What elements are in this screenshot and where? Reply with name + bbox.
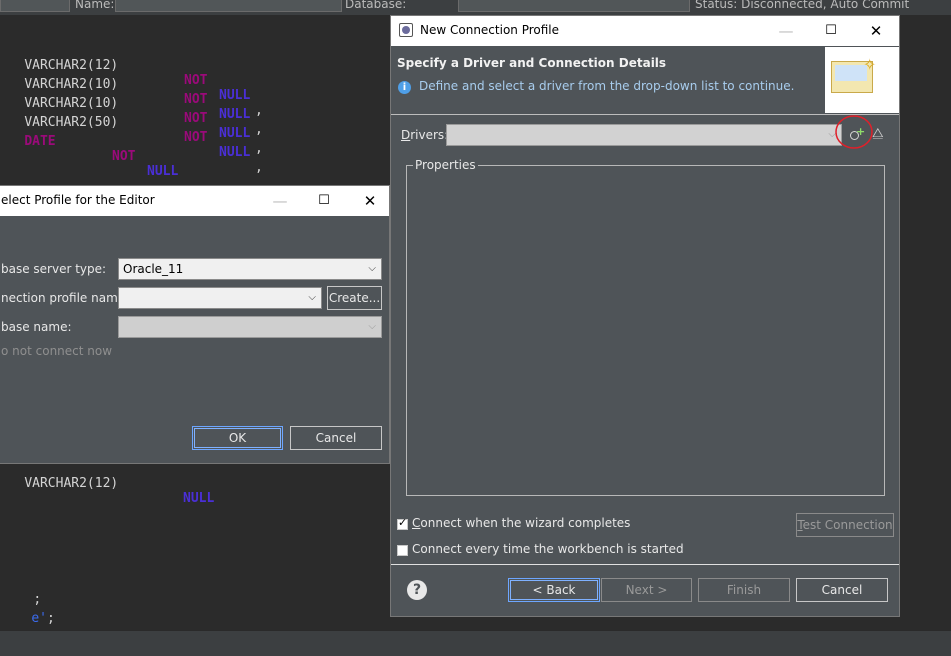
wizard-banner-image: ✧: [825, 47, 899, 113]
cancel-button[interactable]: Cancel: [796, 578, 888, 602]
chevron-down-icon: ⌵: [368, 263, 376, 274]
connection-profile-name-combo[interactable]: ⌵: [118, 287, 322, 309]
new-connection-profile-dialog: New Connection Profile — ☐ ✕ Specify a D…: [390, 15, 900, 617]
ncp-titlebar: New Connection Profile — ☐ ✕: [391, 16, 899, 46]
select-profile-dialog: elect Profile for the Editor — ☐ ✕ base …: [0, 185, 390, 464]
cancel-button[interactable]: Cancel: [290, 426, 382, 450]
database-name-combo[interactable]: ⌵: [118, 316, 382, 338]
select-profile-title: elect Profile for the Editor: [1, 193, 155, 207]
status-bar: [0, 630, 951, 656]
maximize-icon[interactable]: ☐: [304, 186, 344, 216]
app-icon: [399, 23, 413, 37]
close-icon[interactable]: ✕: [350, 186, 389, 216]
properties-group: [406, 165, 885, 496]
next-button[interactable]: Next >: [601, 578, 692, 602]
do-not-connect-checkbox-label[interactable]: o not connect now: [1, 344, 112, 358]
back-button[interactable]: < Back: [508, 578, 600, 602]
ok-button[interactable]: OK: [192, 426, 283, 450]
database-label: Database:: [345, 0, 407, 11]
properties-label: Properties: [413, 158, 478, 172]
help-icon[interactable]: ?: [407, 580, 427, 600]
drivers-combo[interactable]: ⌵: [446, 124, 842, 146]
code-line-5: DATE NOT NULL: [24, 134, 179, 179]
minimize-icon[interactable]: —: [260, 186, 300, 216]
star-icon: ✧: [863, 55, 877, 74]
status-text: Status: Disconnected, Auto Commit: [695, 0, 910, 11]
wizard-page-description: Define and select a driver from the drop…: [419, 79, 795, 93]
code-line-lower: VARCHAR2(12) NULL: [24, 476, 215, 506]
info-icon: i: [398, 81, 411, 94]
connect-every-time-label: Connect every time the workbench is star…: [412, 542, 684, 556]
name-combo[interactable]: [115, 0, 342, 12]
name-label: Name:: [75, 0, 115, 11]
db-server-type-label: base server type:: [1, 262, 107, 276]
database-name-label: base name:: [1, 320, 72, 334]
test-connection-button[interactable]: Test Connection: [796, 513, 894, 537]
chevron-down-icon: ⌵: [308, 292, 316, 303]
connect-every-time-checkbox[interactable]: [397, 545, 408, 556]
connect-when-complete-label: Connect when the wizard completes: [412, 516, 631, 530]
db-server-type-combo[interactable]: Oracle_11 ⌵: [118, 258, 382, 280]
finish-button[interactable]: Finish: [698, 578, 790, 602]
create-button[interactable]: Create...: [327, 286, 382, 310]
annotation-circle: [835, 115, 873, 149]
connect-when-complete-checkbox[interactable]: [397, 516, 408, 530]
select-profile-titlebar: elect Profile for the Editor — ☐ ✕: [0, 186, 389, 216]
connection-type-combo[interactable]: [0, 0, 70, 12]
close-icon[interactable]: ✕: [856, 16, 896, 46]
maximize-icon[interactable]: ☐: [811, 16, 851, 46]
chevron-down-icon: ⌵: [368, 321, 376, 332]
database-combo[interactable]: [458, 0, 690, 12]
connection-toolbar: Name: Database: Status: Disconnected, Au…: [0, 0, 951, 15]
drivers-label: Drivers:: [401, 128, 449, 142]
ncp-title: New Connection Profile: [420, 23, 560, 37]
wizard-page-title: Specify a Driver and Connection Details: [397, 56, 667, 70]
minimize-icon[interactable]: —: [766, 16, 806, 46]
connection-profile-name-label: nection profile name:: [1, 291, 130, 305]
